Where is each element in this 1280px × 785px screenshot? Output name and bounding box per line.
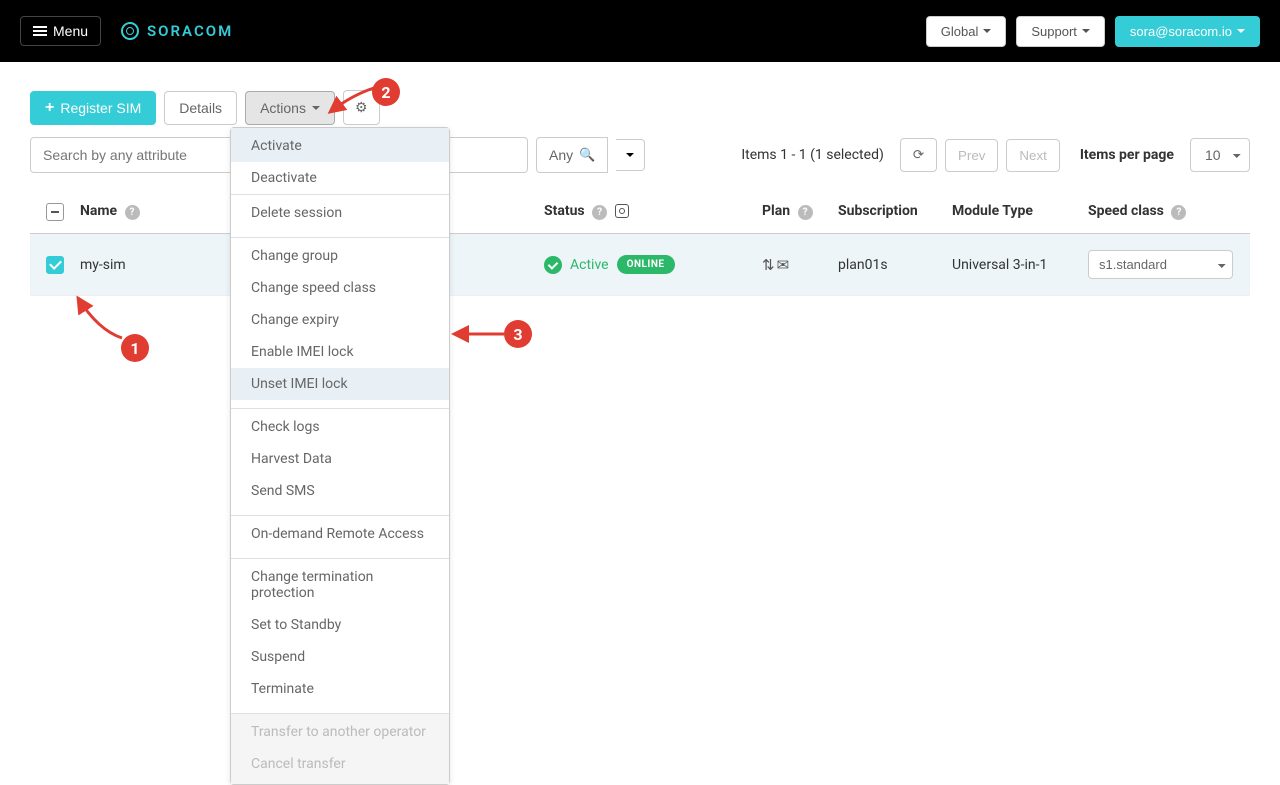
cell-module: Universal 3-in-1 — [952, 257, 1088, 273]
filter-row: Any 🔍 Items 1 - 1 (1 selected) ⟳ Prev Ne… — [0, 137, 1280, 189]
col-plan: Plan ? — [762, 203, 838, 220]
col-status: Status ? — [544, 203, 762, 220]
help-icon[interactable]: ? — [592, 205, 607, 220]
items-per-page-label: Items per page — [1080, 147, 1174, 163]
global-label: Global — [941, 24, 979, 39]
hamburger-icon — [33, 26, 47, 36]
app-header: Menu SORACOM Global Support sora@soracom… — [0, 0, 1280, 62]
menu-send-sms[interactable]: Send SMS — [231, 475, 449, 507]
transfer-icon: ⇅ — [762, 256, 775, 274]
toolbar: + Register SIM Details Actions ⚙ — [0, 62, 1280, 137]
menu-label: Menu — [53, 23, 88, 39]
online-badge: ONLINE — [617, 255, 675, 274]
status-text: Active — [570, 257, 609, 273]
support-dropdown[interactable]: Support — [1016, 16, 1105, 47]
details-label: Details — [179, 100, 222, 116]
menu-change-expiry[interactable]: Change expiry — [231, 304, 449, 336]
menu-terminate[interactable]: Terminate — [231, 673, 449, 705]
user-email: sora@soracom.io — [1130, 24, 1232, 39]
callout-1: 1 — [121, 334, 149, 362]
menu-button[interactable]: Menu — [20, 16, 101, 46]
plus-icon: + — [45, 100, 54, 116]
user-dropdown[interactable]: sora@soracom.io — [1115, 16, 1260, 47]
refresh-icon: ⟳ — [913, 147, 924, 162]
cell-speed: s1.standard — [1088, 250, 1248, 279]
help-icon[interactable]: ? — [798, 205, 813, 220]
actions-label: Actions — [260, 100, 306, 116]
cell-plan: ⇅ ✉ — [762, 256, 838, 274]
menu-change-group[interactable]: Change group — [231, 238, 449, 272]
arrow-3 — [448, 322, 508, 347]
menu-activate[interactable]: Activate — [231, 128, 449, 162]
chevron-down-icon — [1237, 29, 1245, 33]
col-module: Module Type — [952, 203, 1088, 219]
menu-deactivate[interactable]: Deactivate — [231, 162, 449, 194]
table-header: Name ? Status ? Plan ? Subscription Modu… — [30, 189, 1250, 234]
chevron-down-icon — [626, 153, 634, 157]
menu-transfer: Transfer to another operator — [231, 714, 449, 748]
speed-class-select[interactable]: s1.standard — [1088, 250, 1233, 279]
menu-harvest[interactable]: Harvest Data — [231, 443, 449, 475]
header-right-group: Global Support sora@soracom.io — [926, 16, 1260, 47]
select-all-checkbox[interactable] — [46, 203, 64, 221]
callout-3: 3 — [504, 320, 532, 348]
menu-enable-imei[interactable]: Enable IMEI lock — [231, 336, 449, 368]
callout-2: 2 — [372, 78, 400, 106]
col-speed: Speed class ? — [1088, 203, 1248, 220]
actions-menu: Activate Deactivate Delete session Chang… — [230, 127, 450, 785]
menu-suspend[interactable]: Suspend — [231, 641, 449, 673]
chevron-down-icon — [312, 106, 320, 110]
chevron-down-icon — [983, 29, 991, 33]
cell-status: Active ONLINE — [544, 255, 762, 274]
menu-change-termination[interactable]: Change termination protection — [231, 559, 449, 609]
menu-cancel-transfer: Cancel transfer — [231, 748, 449, 784]
search-icon: 🔍 — [579, 147, 595, 163]
help-icon[interactable]: ? — [125, 205, 140, 220]
menu-delete-session[interactable]: Delete session — [231, 195, 449, 229]
any-label: Any — [549, 147, 573, 163]
refresh-button[interactable]: ⟳ — [900, 138, 937, 172]
row-checkbox[interactable] — [46, 256, 64, 274]
global-dropdown[interactable]: Global — [926, 16, 1007, 47]
filter-any-caret[interactable] — [616, 139, 645, 171]
menu-change-speed[interactable]: Change speed class — [231, 272, 449, 304]
sim-table: Name ? Status ? Plan ? Subscription Modu… — [0, 189, 1280, 296]
envelope-icon: ✉ — [777, 256, 790, 274]
prev-button[interactable]: Prev — [945, 139, 998, 172]
help-icon[interactable]: ? — [1171, 205, 1186, 220]
menu-standby[interactable]: Set to Standby — [231, 609, 449, 641]
chevron-down-icon — [1082, 29, 1090, 33]
clock-icon — [615, 204, 629, 218]
items-per-page-select[interactable]: 10 — [1190, 138, 1250, 172]
menu-ondemand[interactable]: On-demand Remote Access — [231, 516, 449, 550]
register-sim-button[interactable]: + Register SIM — [30, 91, 156, 125]
details-button[interactable]: Details — [164, 91, 237, 125]
filter-any-button[interactable]: Any 🔍 — [536, 137, 608, 173]
header-left-group: Menu SORACOM — [20, 16, 233, 46]
table-row[interactable]: my-sim 12345678 Active ONLINE ⇅ ✉ plan01… — [30, 234, 1250, 296]
cell-subscription: plan01s — [838, 257, 952, 273]
soracom-icon — [121, 22, 139, 40]
menu-unset-imei[interactable]: Unset IMEI lock — [231, 368, 449, 400]
support-label: Support — [1031, 24, 1077, 39]
register-label: Register SIM — [60, 100, 141, 116]
brand-text: SORACOM — [147, 22, 233, 40]
menu-check-logs[interactable]: Check logs — [231, 409, 449, 443]
arrow-1 — [68, 290, 128, 345]
next-button[interactable]: Next — [1006, 139, 1059, 172]
brand-logo[interactable]: SORACOM — [121, 22, 233, 40]
items-info: Items 1 - 1 (1 selected) — [741, 147, 884, 163]
checkmark-icon — [544, 256, 562, 274]
col-subscription: Subscription — [838, 203, 952, 219]
